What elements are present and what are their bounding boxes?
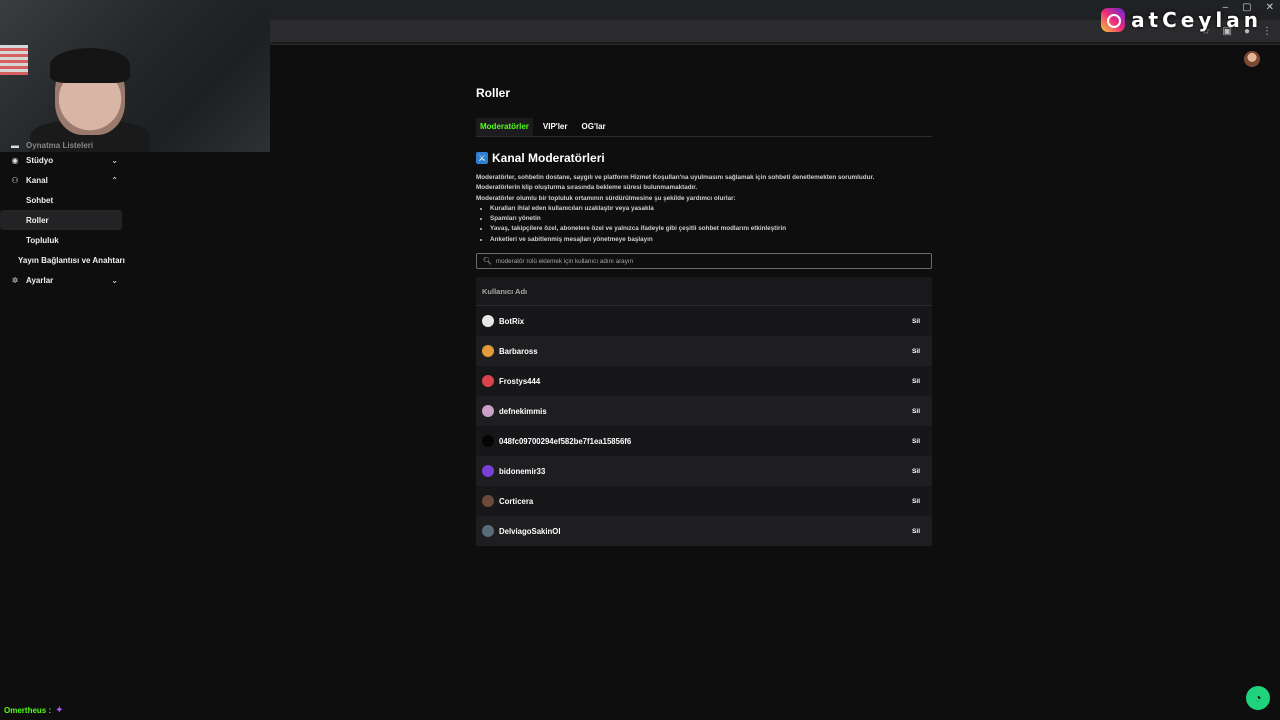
sidebar-item-roles[interactable]: Roller: [0, 210, 122, 230]
avatar: [482, 495, 494, 508]
search-input[interactable]: [495, 257, 916, 265]
list-item: Spamları yönetin: [490, 214, 932, 224]
sidebar-item-community[interactable]: Topluluk: [0, 230, 130, 250]
gear-icon: ✲: [11, 275, 19, 285]
sidebar-item-studio[interactable]: ◉ Stüdyo ⌄: [0, 150, 130, 170]
tab-moderators[interactable]: Moderatörler: [476, 118, 533, 136]
avatar: [482, 315, 494, 328]
avatar: [482, 345, 494, 358]
list-item: Yavaş, takipçilere özel, abonelere özel …: [490, 224, 932, 234]
moderators-table: Kullanıcı Adı BotRix Sil Barbaross Sil Frost…: [476, 277, 932, 547]
delete-button[interactable]: Sil: [912, 468, 920, 475]
delete-button[interactable]: Sil: [912, 528, 920, 535]
description-line: Moderatörlerin klip oluşturma sırasında …: [476, 184, 698, 192]
chat-username: Omertheus :: [4, 706, 52, 715]
instagram-icon: [1101, 8, 1126, 32]
instagram-handle: atCeylan: [1131, 8, 1262, 32]
stream-overlay-instagram: atCeylan: [1101, 8, 1262, 32]
avatar: [482, 405, 494, 418]
table-row: DelviagoSakinOl Sil: [476, 516, 932, 547]
sidebar-item-playlists[interactable]: ▬ Oynatma Listeleri: [0, 140, 130, 150]
table-row: bidonemir33 Sil: [476, 456, 932, 487]
avatar: [482, 375, 494, 388]
moderator-username: Barbaross: [499, 346, 538, 356]
table-body: BotRix Sil Barbaross Sil Frostys444 Sil defnek…: [476, 306, 932, 547]
roles-tabs: Moderatörler VIP'ler OG'lar: [476, 118, 932, 137]
description-line: Moderatörler, sohbetin dostane, saygılı …: [476, 174, 875, 181]
tab-ogs[interactable]: OG'lar: [578, 118, 610, 131]
moderator-username: Frostys444: [499, 376, 541, 386]
chevron-up-icon: ⌃: [111, 175, 118, 185]
studio-icon: ◉: [11, 155, 19, 165]
channel-icon: ⚇: [11, 175, 19, 185]
search-icon: 🔍︎: [483, 258, 492, 266]
moderator-sword-icon: ⚔: [476, 152, 488, 164]
close-button[interactable]: ✕: [1266, 2, 1274, 13]
table-row: defnekimmis Sil: [476, 396, 932, 427]
chevron-down-icon: ⌄: [111, 155, 118, 165]
webcam-overlay: [0, 0, 270, 152]
chevron-down-icon: ⌄: [111, 275, 118, 285]
delete-button[interactable]: Sil: [912, 318, 920, 325]
table-header: Kullanıcı Adı: [476, 277, 932, 307]
delete-button[interactable]: Sil: [912, 438, 920, 445]
sidebar: ▬ Oynatma Listeleri ◉ Stüdyo ⌄ ⚇ Kanal ⌃…: [0, 140, 130, 290]
user-avatar[interactable]: [1244, 51, 1260, 67]
list-item: Anketleri ve sabitlenmiş mesajları yönet…: [490, 235, 932, 245]
delete-button[interactable]: Sil: [912, 408, 920, 415]
sidebar-item-settings[interactable]: ✲ Ayarlar ⌄: [0, 270, 130, 290]
playlist-icon: ▬: [11, 140, 19, 150]
moderator-username: Corticera: [499, 496, 534, 506]
chat-bubble-icon: ◔: [1254, 691, 1262, 705]
moderator-username: defnekimmis: [499, 406, 547, 416]
support-chat-button[interactable]: ◔: [1246, 686, 1270, 710]
emote-icon: ✦: [55, 705, 64, 716]
menu-icon[interactable]: ⋮: [1262, 26, 1272, 37]
table-row: Barbaross Sil: [476, 336, 932, 367]
sidebar-item-channel[interactable]: ⚇ Kanal ⌃: [0, 170, 130, 190]
moderator-username: bidonemir33: [499, 466, 546, 476]
list-item: Kuralları ihlal eden kullanıcıları uzakl…: [490, 204, 932, 214]
moderator-description: Moderatörler, sohbetin dostane, saygılı …: [476, 173, 932, 245]
delete-button[interactable]: Sil: [912, 378, 920, 385]
page-title: Roller: [476, 86, 511, 100]
table-row: Corticera Sil: [476, 486, 932, 517]
sidebar-item-chat[interactable]: Sohbet: [0, 190, 130, 210]
delete-button[interactable]: Sil: [912, 498, 920, 505]
tab-vips[interactable]: VIP'ler: [539, 118, 572, 131]
roles-page: Roller Moderatörler VIP'ler OG'lar ⚔ Kan…: [476, 80, 932, 547]
sidebar-item-stream-key[interactable]: Yayın Bağlantısı ve Anahtarı: [0, 250, 130, 270]
moderator-username: 048fc09700294ef582be7f1ea15856f6: [499, 436, 632, 446]
table-row: BotRix Sil: [476, 306, 932, 337]
search-box: 🔍︎: [476, 253, 932, 270]
webcam-person-hair: [50, 48, 130, 83]
description-line: Moderatörler olumlu bir topluluk ortamın…: [476, 194, 736, 202]
moderator-username: BotRix: [499, 316, 525, 326]
webcam-lamp: [0, 45, 28, 75]
chat-overlay-line: Omertheus : ✦: [4, 705, 64, 716]
delete-button[interactable]: Sil: [912, 348, 920, 355]
avatar: [482, 435, 494, 448]
moderator-username: DelviagoSakinOl: [499, 526, 561, 536]
avatar: [482, 525, 494, 538]
avatar: [482, 465, 494, 478]
section-heading: ⚔ Kanal Moderatörleri: [476, 151, 605, 165]
moderator-duties-list: Kuralları ihlal eden kullanıcıları uzakl…: [476, 204, 932, 245]
table-row: Frostys444 Sil: [476, 366, 932, 397]
table-row: 048fc09700294ef582be7f1ea15856f6 Sil: [476, 426, 932, 457]
